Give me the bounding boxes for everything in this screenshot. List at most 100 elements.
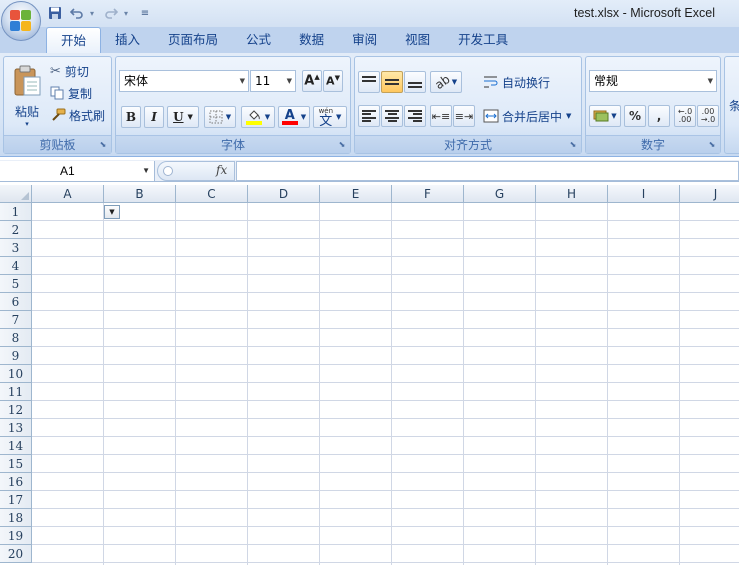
column-header-g[interactable]: G [464, 185, 536, 203]
align-top-button[interactable] [358, 71, 380, 93]
align-bottom-button[interactable] [404, 71, 426, 93]
paste-dropdown-icon: ▾ [25, 119, 29, 128]
fill-color-button[interactable]: ▼ [241, 106, 275, 128]
align-left-button[interactable] [358, 105, 380, 127]
undo-icon[interactable] [68, 4, 86, 22]
number-launcher-icon[interactable]: ⬊ [707, 140, 717, 150]
bold-button[interactable]: B [121, 106, 141, 128]
row-header-4[interactable]: 4 [0, 257, 32, 275]
increase-indent-button[interactable]: ≡⇥ [453, 105, 475, 127]
merge-center-button[interactable]: 合并后居中 ▼ [483, 105, 571, 127]
accounting-format-button[interactable]: ▼ [589, 105, 621, 127]
font-launcher-icon[interactable]: ⬊ [337, 140, 347, 150]
name-box[interactable]: A1 ▼ [0, 161, 155, 181]
redo-dropdown-icon[interactable]: ▾ [124, 9, 132, 18]
percent-button[interactable]: % [624, 105, 646, 127]
row-header-3[interactable]: 3 [0, 239, 32, 257]
alignment-launcher-icon[interactable]: ⬊ [568, 140, 578, 150]
number-format-combo[interactable]: 常规 ▼ [589, 70, 717, 92]
column-header-c[interactable]: C [176, 185, 248, 203]
borders-button[interactable]: ▼ [204, 106, 236, 128]
shrink-font-button[interactable]: A▼ [323, 70, 343, 92]
cell-dropdown-icon[interactable]: ▼ [104, 205, 120, 219]
row-header-14[interactable]: 14 [0, 437, 32, 455]
redo-icon[interactable] [102, 4, 120, 22]
copy-icon [50, 86, 64, 100]
tab-data[interactable]: 数据 [285, 27, 338, 53]
font-size-combo[interactable]: 11 ▼ [250, 70, 296, 92]
tab-formulas[interactable]: 公式 [232, 27, 285, 53]
row-header-1[interactable]: 1 [0, 203, 32, 221]
tab-review[interactable]: 审阅 [338, 27, 391, 53]
row-header-20[interactable]: 20 [0, 545, 32, 563]
row-header-5[interactable]: 5 [0, 275, 32, 293]
row-header-7[interactable]: 7 [0, 311, 32, 329]
row-header-13[interactable]: 13 [0, 419, 32, 437]
italic-button[interactable]: I [144, 106, 164, 128]
office-button[interactable] [1, 1, 41, 41]
accounting-dropdown-icon: ▼ [611, 112, 617, 120]
copy-button[interactable]: 复制 [50, 83, 92, 103]
row-header-11[interactable]: 11 [0, 383, 32, 401]
row-header-12[interactable]: 12 [0, 401, 32, 419]
grow-font-button[interactable]: A▲ [302, 70, 322, 92]
name-box-dropdown-icon[interactable]: ▼ [142, 161, 150, 181]
row-header-2[interactable]: 2 [0, 221, 32, 239]
font-color-button[interactable]: A ▼ [278, 106, 310, 128]
tab-home[interactable]: 开始 [46, 27, 102, 54]
row-header-18[interactable]: 18 [0, 509, 32, 527]
tab-page-layout[interactable]: 页面布局 [154, 27, 232, 53]
column-header-b[interactable]: B [104, 185, 176, 203]
increase-decimal-button[interactable]: ←.0.00 [674, 105, 696, 127]
clipboard-launcher-icon[interactable]: ⬊ [98, 140, 108, 150]
phonetic-button[interactable]: wén 文 ▼ [313, 106, 347, 128]
row-header-16[interactable]: 16 [0, 473, 32, 491]
row-header-19[interactable]: 19 [0, 527, 32, 545]
align-middle-button[interactable] [381, 71, 403, 93]
row-header-10[interactable]: 10 [0, 365, 32, 383]
column-header-d[interactable]: D [248, 185, 320, 203]
gridline-horizontal [32, 436, 739, 437]
cut-button[interactable]: ✂ 剪切 [50, 61, 89, 81]
currency-icon [593, 110, 609, 122]
align-center-button[interactable] [381, 105, 403, 127]
increase-indent-icon: ≡⇥ [454, 109, 474, 123]
tab-view[interactable]: 视图 [391, 27, 444, 53]
comma-button[interactable]: , [648, 105, 670, 127]
formula-input[interactable] [236, 161, 739, 181]
insert-function-button[interactable]: fx [216, 163, 227, 177]
row-header-17[interactable]: 17 [0, 491, 32, 509]
worksheet-grid[interactable]: A B C D E F G H I J 1 2 3 4 5 6 7 8 9 10 11 12 13 14 15 16 17 18 19 2… [0, 185, 739, 565]
row-header-6[interactable]: 6 [0, 293, 32, 311]
office-logo-icon [10, 10, 32, 32]
column-header-f[interactable]: F [392, 185, 464, 203]
align-middle-icon [385, 76, 399, 88]
column-header-i[interactable]: I [608, 185, 680, 203]
row-header-8[interactable]: 8 [0, 329, 32, 347]
column-header-h[interactable]: H [536, 185, 608, 203]
conditional-format-partial-label[interactable]: 条 [729, 97, 739, 114]
underline-button[interactable]: U ▼ [167, 106, 199, 128]
customize-qat-icon[interactable]: ≡ [136, 4, 154, 22]
format-painter-button[interactable]: 格式刷 [50, 105, 105, 125]
decrease-indent-button[interactable]: ⇤≡ [430, 105, 452, 127]
decrease-decimal-button[interactable]: .00 →.0 [697, 105, 719, 127]
orientation-button[interactable]: ab ▼ [430, 71, 462, 93]
row-header-15[interactable]: 15 [0, 455, 32, 473]
column-header-e[interactable]: E [320, 185, 392, 203]
save-icon[interactable] [46, 4, 64, 22]
wrap-text-button[interactable]: 自动换行 [483, 71, 550, 93]
column-header-a[interactable]: A [32, 185, 104, 203]
font-name-combo[interactable]: 宋体 ▼ [119, 70, 249, 92]
tab-developer[interactable]: 开发工具 [444, 27, 522, 53]
formula-bar-handle-icon[interactable] [163, 166, 173, 176]
column-header-j[interactable]: J [680, 185, 739, 203]
gridline-horizontal [32, 310, 739, 311]
paste-button[interactable]: 粘贴 ▾ [7, 59, 47, 133]
align-right-button[interactable] [404, 105, 426, 127]
borders-icon [209, 110, 223, 124]
select-all-button[interactable] [0, 185, 32, 203]
tab-insert[interactable]: 插入 [101, 27, 154, 53]
undo-dropdown-icon[interactable]: ▾ [90, 9, 98, 18]
row-header-9[interactable]: 9 [0, 347, 32, 365]
